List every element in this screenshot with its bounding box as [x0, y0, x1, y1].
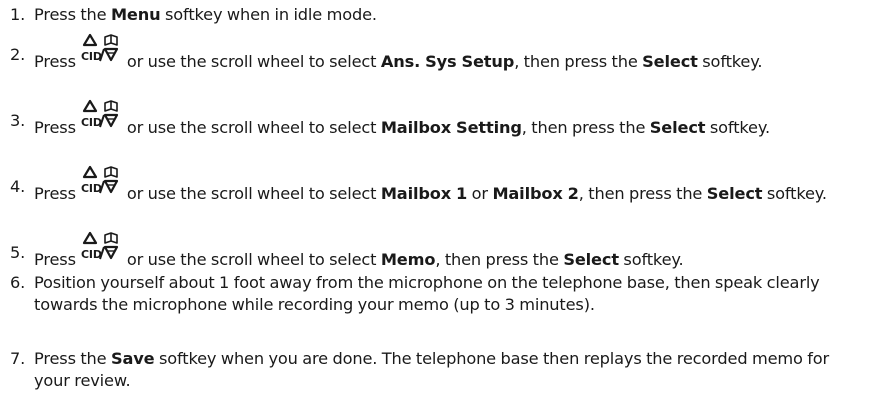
step-text: or use the scroll wheel to select: [122, 52, 381, 71]
memo-label: Memo: [380, 250, 436, 269]
cid-key-label: CID: [81, 248, 102, 261]
step-number: 4.: [10, 177, 26, 196]
step-text: or use the scroll wheel to select: [122, 184, 381, 203]
step-2: 2. Press CID or use the scroll wheel to s…: [0, 33, 863, 73]
step-text: , then press the: [514, 52, 643, 71]
step-6: 6. Position yourself about 1 foot away fr…: [0, 272, 863, 316]
step-4: 4. Press CID or use the scroll wheel to s…: [0, 165, 863, 205]
up-down-cid-phonebook-key-icon: CID: [80, 231, 120, 268]
step-number: 1.: [10, 5, 26, 24]
step-text: , then press the: [521, 118, 650, 137]
step-text: or: [467, 184, 493, 203]
step-3: 3. Press CID or use the scroll wheel to s…: [0, 99, 863, 139]
menu-softkey-label: Menu: [110, 5, 161, 24]
select-softkey-label: Select: [642, 52, 698, 71]
step-number: 5.: [10, 243, 26, 262]
step-text: , then press the: [435, 250, 564, 269]
step-text: , then press the: [578, 184, 707, 203]
step-number: 3.: [10, 111, 26, 130]
step-1: 1. Press the Menu softkey when in idle mo…: [0, 4, 863, 26]
up-down-cid-phonebook-key-icon: CID: [80, 165, 120, 202]
step-text: softkey when you are done. The telephone…: [34, 349, 830, 390]
mailbox-2-label: Mailbox 2: [492, 184, 579, 203]
step-text: Press the: [34, 5, 111, 24]
ans-sys-setup-label: Ans. Sys Setup: [380, 52, 515, 71]
save-softkey-label: Save: [110, 349, 155, 368]
step-text: Press: [34, 184, 81, 203]
mailbox-setting-label: Mailbox Setting: [380, 118, 522, 137]
step-text: softkey.: [618, 250, 684, 269]
cid-key-label: CID: [81, 182, 102, 195]
step-text: or use the scroll wheel to select: [122, 118, 381, 137]
up-down-cid-phonebook-key-icon: CID: [80, 99, 120, 136]
step-number: 7.: [10, 349, 26, 368]
up-down-cid-phonebook-key-icon: CID: [80, 33, 120, 70]
cid-key-label: CID: [81, 116, 102, 129]
step-7: 7. Press the Save softkey when you are do…: [0, 348, 863, 392]
step-text: Press: [34, 52, 81, 71]
select-softkey-label: Select: [649, 118, 706, 137]
step-text: Press the: [34, 349, 111, 368]
step-text: softkey.: [697, 52, 763, 71]
step-number: 2.: [10, 45, 26, 64]
select-softkey-label: Select: [563, 250, 619, 269]
step-text: softkey when in idle mode.: [160, 5, 377, 24]
step-number: 6.: [10, 273, 26, 292]
select-softkey-label: Select: [706, 184, 763, 203]
cid-key-label: CID: [81, 50, 102, 63]
step-text: or use the scroll wheel to select: [122, 250, 381, 269]
step-text: softkey.: [705, 118, 770, 137]
step-5: 5. Press CID or use the scroll wheel to s…: [0, 231, 863, 271]
step-text: softkey.: [762, 184, 827, 203]
mailbox-1-label: Mailbox 1: [380, 184, 468, 203]
step-text: Press: [34, 118, 81, 137]
step-text: Press: [34, 250, 81, 269]
step-text: Position yourself about 1 foot away from…: [34, 273, 820, 314]
